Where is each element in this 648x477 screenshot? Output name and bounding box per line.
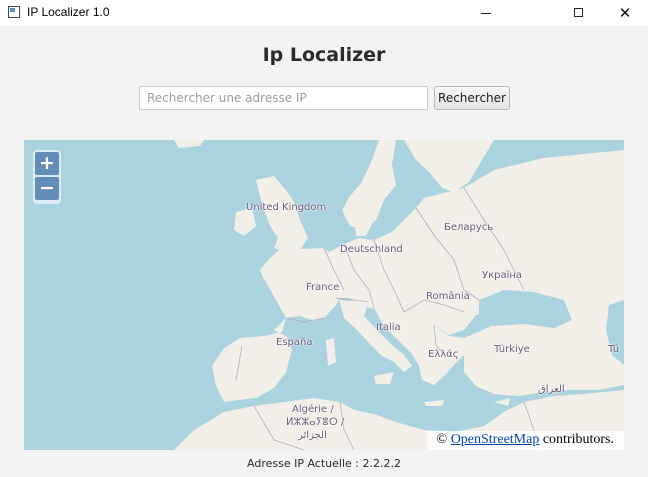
- attribution-suffix: contributors.: [539, 432, 614, 447]
- close-button[interactable]: ✕: [602, 0, 648, 26]
- map-label-france: France: [306, 282, 340, 293]
- zoom-control: + −: [33, 150, 61, 204]
- map-label-tu: Tü: [608, 344, 620, 355]
- window-title: IP Localizer 1.0: [27, 5, 110, 19]
- minimize-icon: [481, 13, 491, 14]
- map-label-algerie-tifinagh: ⵍⵣⵣⴰⵢⴻⵔ /: [286, 417, 345, 428]
- map-label-united-kingdom: United Kingdom: [246, 202, 327, 213]
- maximize-button[interactable]: [556, 0, 602, 26]
- minimize-button[interactable]: [464, 0, 510, 26]
- map-label-iraq: العراق: [538, 384, 565, 395]
- map-label-deutschland: Deutschland: [340, 244, 403, 255]
- search-button[interactable]: Rechercher: [434, 86, 510, 110]
- map-label-turkiye: Türkiye: [494, 344, 530, 355]
- openstreetmap-link[interactable]: OpenStreetMap: [451, 432, 540, 447]
- zoom-in-button[interactable]: +: [35, 152, 59, 175]
- map-label-algerie-arabic: الجزائر: [298, 430, 327, 441]
- map-label-romania: România: [426, 291, 470, 302]
- zoom-out-button[interactable]: −: [35, 177, 59, 200]
- title-bar: IP Localizer 1.0 ✕: [0, 0, 648, 26]
- map-label-algerie: Algérie /: [292, 404, 334, 415]
- map-label-ukraine: Україна: [482, 270, 523, 281]
- map-label-belarus: Беларусь: [444, 222, 494, 233]
- ip-search-input[interactable]: [139, 86, 428, 110]
- map-label-ellas: Ελλάς: [428, 349, 459, 360]
- map-view[interactable]: United Kingdom Deutschland Беларусь Fran…: [24, 140, 624, 450]
- map-attribution: © OpenStreetMap contributors.: [426, 431, 624, 450]
- copyright-symbol: ©: [436, 432, 448, 447]
- map-label-italia: Italia: [376, 322, 401, 333]
- app-window-icon: [8, 6, 20, 18]
- current-ip-status: Adresse IP Actuelle : 2.2.2.2: [247, 457, 401, 470]
- map-label-espana: España: [276, 337, 313, 348]
- maximize-icon: [574, 8, 583, 17]
- page-title: Ip Localizer: [262, 44, 386, 66]
- close-icon: ✕: [618, 4, 632, 22]
